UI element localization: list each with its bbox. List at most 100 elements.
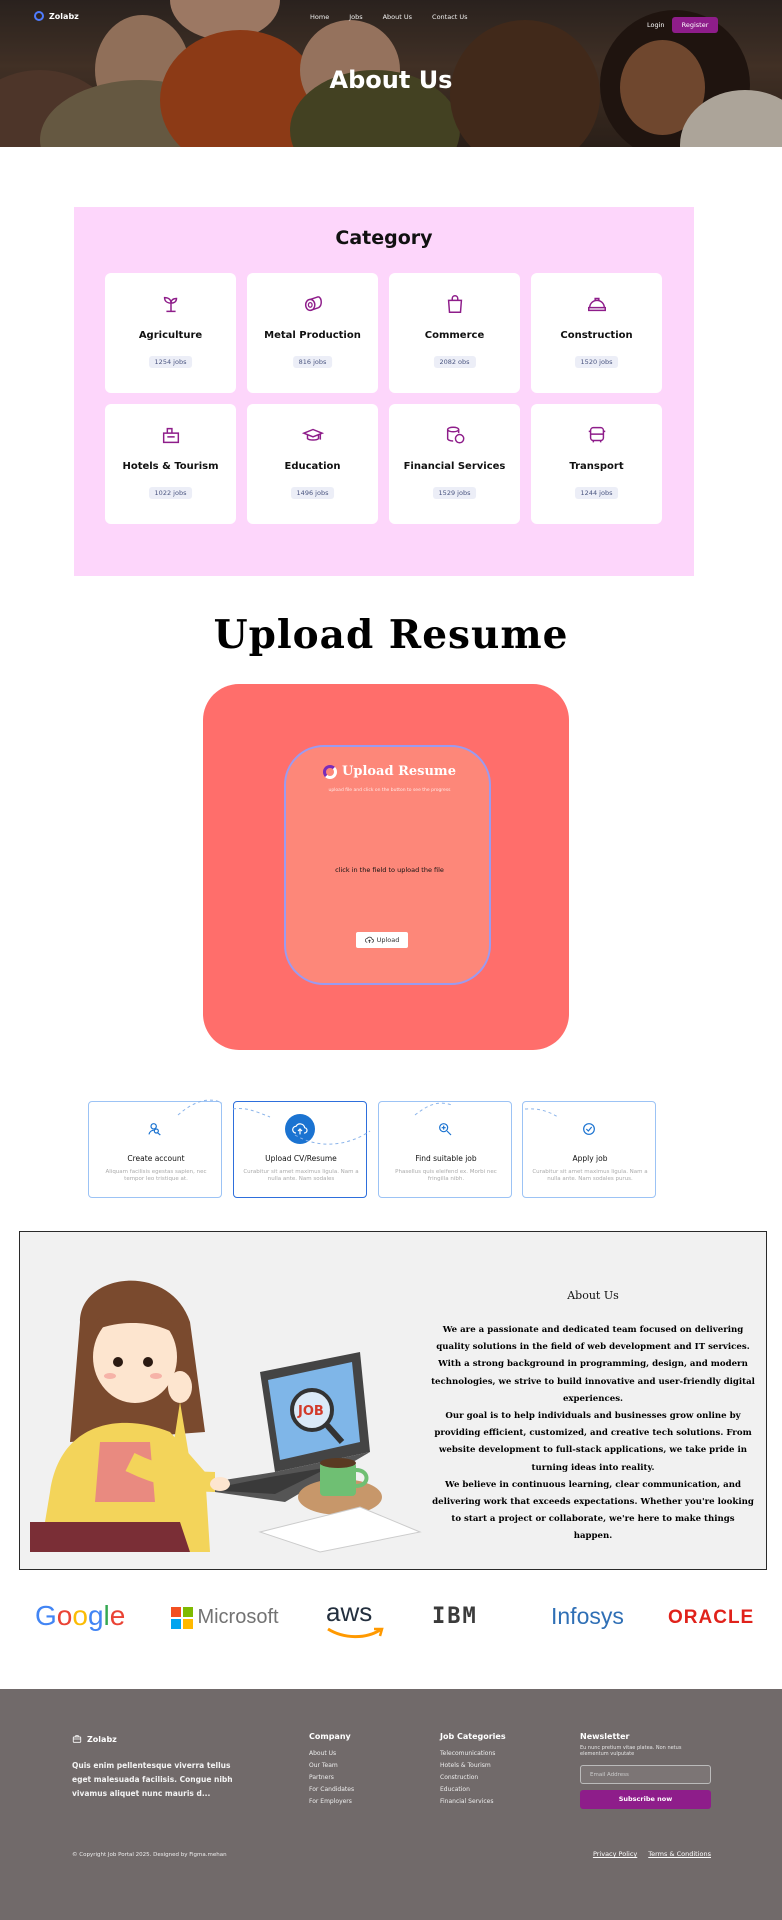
nav-home[interactable]: Home — [310, 13, 329, 21]
ibm-logo: IBM — [432, 1604, 478, 1629]
register-button[interactable]: Register — [672, 17, 718, 33]
footer-brand-name: Zolabz — [87, 1734, 117, 1744]
upload-card-title: Upload Resume — [342, 764, 456, 779]
svg-text:JOB: JOB — [297, 1404, 324, 1419]
step-title: Upload CV/Resume — [265, 1154, 337, 1163]
footer-link-construction[interactable]: Construction — [440, 1772, 506, 1784]
cloud-upload-icon — [364, 936, 374, 943]
privacy-policy-link[interactable]: Privacy Policy — [593, 1850, 637, 1858]
footer-link-partners[interactable]: Partners — [309, 1772, 354, 1784]
graduation-cap-icon — [301, 428, 324, 441]
job-count-badge: 1496 jobs — [290, 487, 335, 499]
job-count-badge: 1254 jobs — [148, 356, 193, 368]
job-count-badge: 1022 jobs — [148, 487, 193, 499]
copyright: © Copyright Job Portal 2025. Designed by… — [72, 1852, 227, 1858]
subscribe-button[interactable]: Subscribe now — [580, 1790, 711, 1809]
category-name: Agriculture — [138, 330, 203, 341]
job-count-badge: 816 jobs — [292, 356, 333, 368]
newsletter: Newsletter Eu nunc pretium vitae platea.… — [580, 1732, 712, 1809]
job-count-badge: 1520 jobs — [574, 356, 619, 368]
footer-link-education[interactable]: Education — [440, 1784, 506, 1796]
step-description: Curabitur sit amet maximus ligula. Nam a… — [532, 1169, 648, 1182]
progress-ring-icon — [323, 764, 338, 779]
category-card-transport[interactable]: Transport 1244 jobs — [531, 404, 662, 524]
aws-smile-icon — [327, 1627, 384, 1639]
upload-heading: Upload Resume — [213, 612, 569, 658]
category-card-financial[interactable]: Financial Services 1529 jobs — [389, 404, 520, 524]
footer-company-title: Company — [309, 1732, 351, 1741]
user-search-icon — [148, 1123, 161, 1136]
category-card-commerce[interactable]: Commerce 2082 obs — [389, 273, 520, 393]
email-input[interactable]: Email Address — [580, 1765, 711, 1784]
category-name: Financial Services — [403, 461, 506, 472]
briefcase-icon — [72, 1735, 82, 1743]
brand-logo[interactable]: Zolabz — [34, 11, 79, 21]
category-name: Construction — [560, 330, 633, 341]
step-description: Curabitur sit amet maximus ligula. Nam a… — [243, 1169, 359, 1182]
nav-jobs[interactable]: Jobs — [349, 13, 362, 21]
footer-categories-title: Job Categories — [440, 1732, 506, 1741]
upload-dropzone[interactable]: Upload Resume upload file and click on t… — [284, 745, 491, 985]
newsletter-description: Eu nunc pretium vitae platea. Non netus … — [580, 1745, 682, 1757]
brand-name: Zolabz — [49, 11, 79, 21]
footer-link-hotels[interactable]: Hotels & Tourism — [440, 1760, 506, 1772]
about-title: About Us — [567, 1289, 619, 1302]
about-text: We are a passionate and dedicated team f… — [431, 1325, 755, 1542]
footer-link-about[interactable]: About Us — [309, 1748, 354, 1760]
google-logo: Google — [35, 1600, 126, 1631]
footer-link-employers[interactable]: For Employers — [309, 1796, 354, 1808]
page-title: About Us — [329, 66, 453, 94]
upload-button[interactable]: Upload — [356, 932, 408, 948]
top-nav: Zolabz Home Jobs About Us Contact Us Log… — [0, 0, 782, 36]
category-section: Category Agriculture 1254 jobs Metal Pro… — [74, 207, 694, 576]
footer-link-team[interactable]: Our Team — [309, 1760, 354, 1772]
step-title: Apply job — [572, 1154, 608, 1163]
hard-hat-icon — [587, 297, 606, 312]
upload-panel: Upload Resume upload file and click on t… — [203, 684, 569, 1050]
footer-link-telecom[interactable]: Telecomunications — [440, 1748, 506, 1760]
category-name: Hotels & Tourism — [122, 461, 219, 472]
job-count-badge: 2082 obs — [433, 356, 476, 368]
hero-banner: Zolabz Home Jobs About Us Contact Us Log… — [0, 0, 782, 147]
upload-card-subtitle: upload file and click on the button to s… — [328, 788, 451, 793]
step-description: Aliquam facilisis egestas sapien, nec te… — [105, 1169, 207, 1182]
category-title: Category — [335, 227, 433, 249]
footer-brand[interactable]: Zolabz — [72, 1734, 117, 1744]
footer-link-financial[interactable]: Financial Services — [440, 1796, 506, 1808]
sprout-icon — [163, 296, 177, 313]
category-name: Metal Production — [264, 330, 361, 341]
aws-logo: aws — [326, 1597, 384, 1639]
step-title: Find suitable job — [415, 1154, 477, 1163]
footer-job-categories: Job Categories Telecomunications Hotels … — [440, 1732, 506, 1808]
oracle-logo: ORACLE — [668, 1607, 755, 1628]
terms-link[interactable]: Terms & Conditions — [648, 1850, 711, 1858]
legal-links: Privacy Policy Terms & Conditions — [593, 1850, 711, 1858]
footer-company: Company About Us Our Team Partners For C… — [309, 1732, 354, 1808]
upload-hint: click in the field to upload the file — [335, 866, 444, 874]
category-card-metal[interactable]: Metal Production 816 jobs — [247, 273, 378, 393]
aws-wordmark: aws — [326, 1597, 373, 1627]
category-card-construction[interactable]: Construction 1520 jobs — [531, 273, 662, 393]
coins-icon — [446, 426, 464, 444]
job-count-badge: 1529 jobs — [432, 487, 477, 499]
footer: Zolabz Quis enim pellentesque viverra te… — [0, 1689, 782, 1920]
category-name: Education — [284, 461, 341, 472]
login-link[interactable]: Login — [647, 21, 665, 29]
upload-button-label: Upload — [376, 936, 400, 944]
logo-icon — [34, 11, 44, 21]
infosys-logo: Infosys — [551, 1603, 624, 1629]
nav-about[interactable]: About Us — [383, 13, 412, 21]
about-section: JOB About Us We are a passionate and ded… — [19, 1231, 767, 1570]
microsoft-squares-icon — [171, 1606, 193, 1629]
category-card-education[interactable]: Education 1496 jobs — [247, 404, 378, 524]
step-icon-wrap — [140, 1114, 170, 1144]
job-search-illustration: JOB — [30, 1280, 422, 1553]
footer-link-candidates[interactable]: For Candidates — [309, 1784, 354, 1796]
category-card-hotels[interactable]: Hotels & Tourism 1022 jobs — [105, 404, 236, 524]
microsoft-wordmark: Microsoft — [197, 1606, 279, 1628]
category-card-agriculture[interactable]: Agriculture 1254 jobs — [105, 273, 236, 393]
step-connector-arrows — [177, 1099, 559, 1145]
nav-contact[interactable]: Contact Us — [432, 13, 468, 21]
category-name: Transport — [569, 461, 624, 472]
bus-icon — [588, 426, 605, 443]
